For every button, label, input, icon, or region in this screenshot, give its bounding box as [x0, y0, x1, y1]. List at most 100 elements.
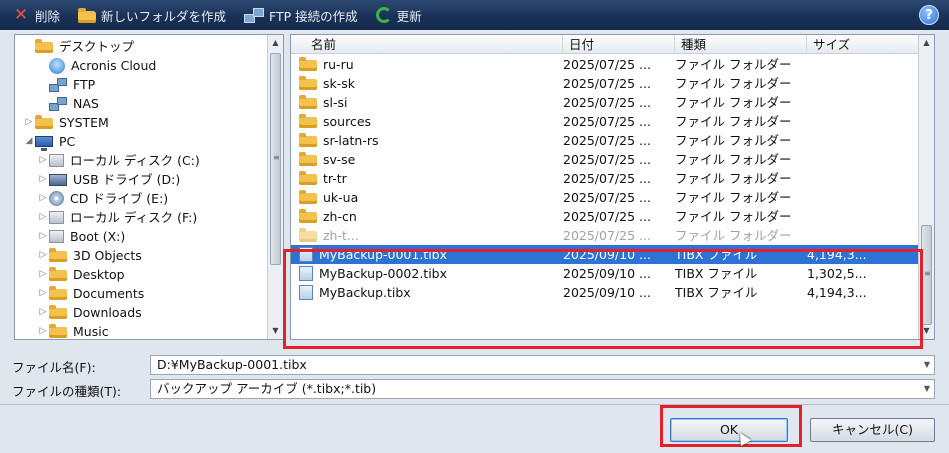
tree-item[interactable]: Acronis Cloud	[37, 56, 156, 75]
folder-icon	[299, 190, 317, 204]
folder-icon	[299, 76, 317, 90]
file-icon	[299, 266, 313, 281]
expand-arrow-icon[interactable]: ▷	[37, 151, 49, 170]
table-row[interactable]: sources 2025/07/25 ... ファイル フォルダー	[291, 112, 918, 131]
folder-icon	[49, 248, 67, 262]
tree-scrollbar[interactable]: ▲ ≡ ▼	[267, 35, 283, 339]
footer-separator	[0, 404, 949, 405]
tree-item[interactable]: ▷ Documents	[37, 284, 144, 303]
tree-item[interactable]: FTP	[37, 75, 95, 94]
table-row[interactable]: sk-sk 2025/07/25 ... ファイル フォルダー	[291, 74, 918, 93]
file-name: zh-cn	[323, 209, 357, 224]
scroll-up-arrow-icon[interactable]: ▲	[919, 35, 934, 51]
file-size-cell	[807, 226, 917, 245]
ok-button[interactable]: OK	[670, 418, 788, 442]
tree-item[interactable]: NAS	[37, 94, 99, 113]
file-date-cell: 2025/07/25 ...	[563, 228, 651, 243]
file-type-cell: TIBX ファイル	[675, 285, 758, 300]
list-scroll-thumb[interactable]: ≡	[921, 225, 932, 325]
table-row[interactable]: MyBackup.tibx 2025/09/10 ... TIBX ファイル 4,19…	[291, 283, 918, 302]
file-size-cell	[807, 188, 917, 207]
expand-arrow-icon[interactable]: ▷	[37, 284, 49, 303]
file-icon	[299, 247, 313, 262]
folder-icon	[49, 305, 67, 319]
file-date-cell: 2025/07/25 ...	[563, 190, 651, 205]
expand-arrow-icon[interactable]: ◢	[23, 132, 35, 151]
tree-item[interactable]: デスクトップ	[23, 37, 134, 56]
expand-arrow-icon[interactable]: ▷	[37, 303, 49, 322]
file-date-cell: 2025/09/10 ...	[563, 266, 651, 281]
table-row[interactable]: sv-se 2025/07/25 ... ファイル フォルダー	[291, 150, 918, 169]
file-name: zh-t...	[323, 228, 359, 243]
new-folder-label: 新しいフォルダを作成	[101, 8, 227, 24]
tree-item[interactable]: ▷ ローカル ディスク (C:)	[37, 151, 200, 170]
chevron-down-icon[interactable]: ▼	[924, 380, 930, 398]
expand-arrow-icon[interactable]: ▷	[23, 113, 35, 132]
scroll-up-arrow-icon[interactable]: ▲	[268, 35, 283, 51]
file-name-cell: MyBackup-0001.tibx	[299, 245, 557, 264]
list-scrollbar[interactable]: ▲ ≡ ▼	[918, 35, 934, 339]
filetype-value: バックアップ アーカイブ (*.tibx;*.tib)	[157, 381, 377, 396]
tree-item[interactable]: ▷ Boot (X:)	[37, 227, 126, 246]
column-header-name[interactable]: 名前	[305, 35, 563, 54]
column-header-type[interactable]: 種類	[675, 35, 807, 54]
delete-label: 削除	[35, 8, 61, 24]
file-name: MyBackup-0001.tibx	[319, 247, 448, 262]
filename-input[interactable]: D:¥MyBackup-0001.tibx ▼	[150, 355, 935, 375]
table-row[interactable]: zh-t... 2025/07/25 ... ファイル フォルダー	[291, 226, 918, 245]
tree-item[interactable]: ▷ 3D Objects	[37, 246, 142, 265]
folder-icon	[299, 133, 317, 147]
tree-item[interactable]: ▷ SYSTEM	[23, 113, 109, 132]
tree-item-label: PC	[59, 134, 76, 149]
filename-label: ファイル名(F):	[12, 360, 96, 375]
tree-item[interactable]: ▷ CD ドライブ (E:)	[37, 189, 168, 208]
file-size-cell: 4,194,3...	[807, 285, 867, 300]
tree-item[interactable]: ▷ USB ドライブ (D:)	[37, 170, 181, 189]
tree-item[interactable]: ▷ Desktop	[37, 265, 125, 284]
file-size-cell	[807, 112, 917, 131]
tree-item[interactable]: ▷ Downloads	[37, 303, 142, 322]
refresh-button[interactable]: 更新	[375, 6, 422, 25]
file-date-cell: 2025/09/10 ...	[563, 247, 651, 262]
table-row[interactable]: MyBackup-0002.tibx 2025/09/10 ... TIBX ファイ…	[291, 264, 918, 283]
file-type-cell: ファイル フォルダー	[675, 114, 792, 129]
scroll-down-arrow-icon[interactable]: ▼	[919, 323, 934, 339]
filetype-select[interactable]: バックアップ アーカイブ (*.tibx;*.tib) ▼	[150, 379, 935, 399]
table-row[interactable]: uk-ua 2025/07/25 ... ファイル フォルダー	[291, 188, 918, 207]
chevron-down-icon[interactable]: ▼	[924, 356, 930, 374]
tree-scroll-thumb[interactable]: ≡	[270, 53, 281, 265]
file-type-cell: ファイル フォルダー	[675, 76, 792, 91]
expand-arrow-icon[interactable]: ▷	[37, 170, 49, 189]
file-size-cell: 1,302,5...	[807, 266, 867, 281]
delete-button[interactable]: ✕ 削除	[12, 6, 60, 25]
file-name: ru-ru	[323, 57, 354, 72]
table-row[interactable]: sr-latn-rs 2025/07/25 ... ファイル フォルダー	[291, 131, 918, 150]
tree-item-label: Music	[73, 324, 109, 339]
expand-arrow-icon[interactable]: ▷	[37, 322, 49, 339]
folder-tree-list: デスクトップ Acronis Cloud FTP NAS ▷ SYSTEM ◢ PC ▷ ローカル…	[15, 35, 267, 339]
column-header-size[interactable]: サイズ	[807, 35, 920, 54]
ftp-connect-button[interactable]: FTP 接続の作成	[244, 6, 358, 25]
help-button[interactable]: ?	[919, 5, 939, 25]
tree-item[interactable]: ▷ ローカル ディスク (F:)	[37, 208, 198, 227]
cancel-button[interactable]: キャンセル(C)	[810, 418, 935, 442]
column-header-date[interactable]: 日付	[563, 35, 675, 54]
tree-item-label: USB ドライブ (D:)	[73, 172, 181, 187]
table-row[interactable]: ru-ru 2025/07/25 ... ファイル フォルダー	[291, 55, 918, 74]
table-row[interactable]: sl-si 2025/07/25 ... ファイル フォルダー	[291, 93, 918, 112]
table-row[interactable]: tr-tr 2025/07/25 ... ファイル フォルダー	[291, 169, 918, 188]
new-folder-button[interactable]: 新しいフォルダを作成	[78, 6, 226, 25]
expand-arrow-icon[interactable]: ▷	[37, 208, 49, 227]
table-row[interactable]: MyBackup-0001.tibx 2025/09/10 ... TIBX ファイ…	[291, 245, 918, 264]
table-row[interactable]: zh-cn 2025/07/25 ... ファイル フォルダー	[291, 207, 918, 226]
expand-arrow-icon[interactable]: ▷	[37, 265, 49, 284]
folder-icon	[299, 152, 317, 166]
file-name: sources	[323, 114, 372, 129]
tree-item-label: Documents	[73, 286, 145, 301]
expand-arrow-icon[interactable]: ▷	[37, 246, 49, 265]
expand-arrow-icon[interactable]: ▷	[37, 189, 49, 208]
scroll-down-arrow-icon[interactable]: ▼	[268, 323, 283, 339]
tree-item[interactable]: ▷ Music	[37, 322, 109, 339]
expand-arrow-icon[interactable]: ▷	[37, 227, 49, 246]
tree-item[interactable]: ◢ PC	[23, 132, 75, 151]
